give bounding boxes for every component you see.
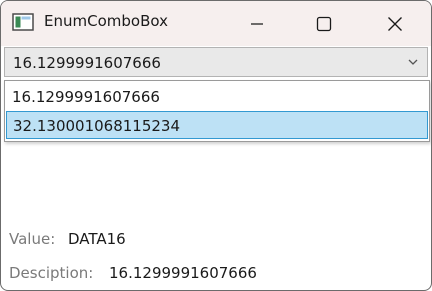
combobox-selected-value: 16.1299991607666 [13, 54, 161, 72]
description-label: Desciption: [9, 264, 94, 282]
description-text: 16.1299991607666 [109, 264, 257, 282]
minimize-icon [251, 22, 263, 25]
window-app-icon [12, 13, 34, 31]
chevron-down-icon[interactable] [407, 56, 419, 68]
maximize-button[interactable] [301, 1, 347, 46]
dropdown-item-highlighted[interactable]: 32.130001068115234 [6, 111, 428, 139]
close-button[interactable] [372, 1, 418, 46]
window-title: EnumComboBox [44, 12, 168, 30]
close-icon [388, 16, 402, 31]
app-window: EnumComboBox 16.1299991607666 16.1299991… [0, 0, 432, 291]
maximize-icon [316, 16, 332, 31]
value-label: Value: [9, 230, 56, 248]
combobox-dropdown-list: 16.1299991607666 32.130001068115234 [4, 80, 430, 142]
dropdown-item-label: 16.1299991607666 [12, 88, 160, 106]
dropdown-item[interactable]: 16.1299991607666 [6, 83, 428, 111]
title-bar[interactable]: EnumComboBox [1, 1, 431, 46]
value-text: DATA16 [68, 230, 126, 248]
enum-combobox[interactable]: 16.1299991607666 [4, 47, 428, 77]
dropdown-item-label: 32.130001068115234 [13, 117, 181, 135]
minimize-button[interactable] [234, 1, 280, 46]
